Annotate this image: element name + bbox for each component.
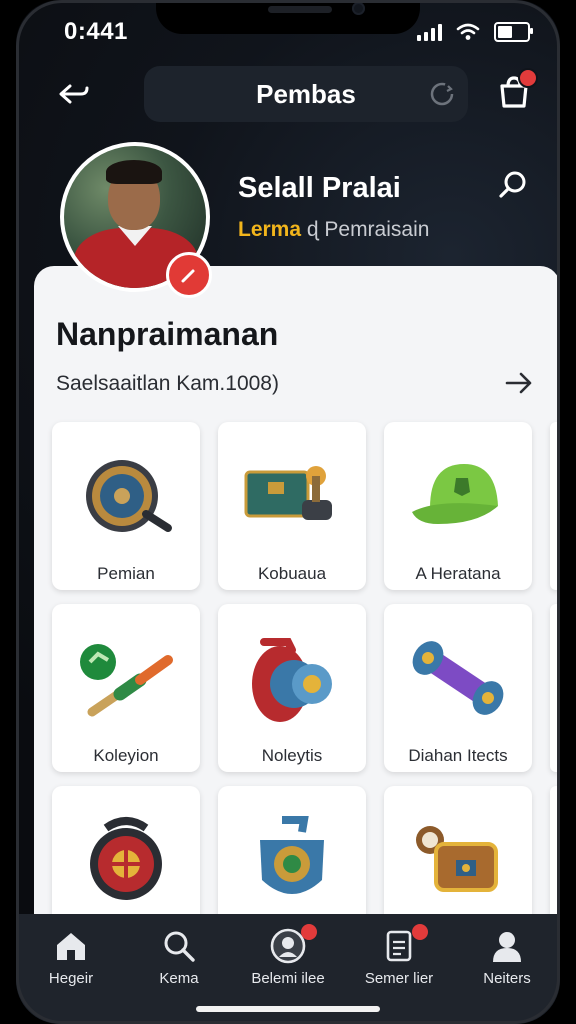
item-tile[interactable]: Noleytis bbox=[218, 604, 366, 772]
blue-shield-icon bbox=[260, 816, 324, 894]
tab-badge bbox=[301, 924, 317, 940]
collection-card: Nanpraimanan Saelsaaitlan Kam.1008) Pemi… bbox=[34, 266, 560, 954]
profile-name: Selall Pralai bbox=[238, 172, 401, 204]
profile-subtitle-accent: Lerma bbox=[238, 218, 302, 241]
screen: 0:441 Pembas Selall Pralai Lerma ɖ Pemra… bbox=[16, 0, 560, 1024]
treasure-chest-icon bbox=[416, 826, 498, 892]
item-tile[interactable]: A Heratana bbox=[384, 422, 532, 590]
item-tile[interactable]: Koleyion bbox=[52, 604, 200, 772]
home-indicator[interactable] bbox=[196, 1006, 380, 1012]
status-icons bbox=[417, 22, 533, 42]
tab-label: Semer lier bbox=[364, 970, 434, 987]
phone-frame: 0:441 Pembas Selall Pralai Lerma ɖ Pemra… bbox=[0, 0, 576, 1024]
tab-account[interactable]: Neiters bbox=[462, 928, 552, 998]
tab-label: Hegeir bbox=[48, 970, 94, 987]
person-icon bbox=[493, 932, 521, 962]
tab-label: Belemi ilee bbox=[251, 970, 325, 987]
back-button[interactable] bbox=[54, 76, 94, 112]
search-icon bbox=[499, 171, 526, 198]
search-icon bbox=[164, 931, 195, 962]
item-label: A Heratana bbox=[415, 564, 501, 583]
bag-button[interactable] bbox=[494, 68, 538, 112]
item-label: Diahan Itects bbox=[408, 746, 508, 765]
dumbbell-icon bbox=[412, 641, 504, 715]
tab-search[interactable]: Kema bbox=[134, 928, 224, 998]
edit-avatar-button[interactable] bbox=[166, 252, 212, 298]
status-time: 0:441 bbox=[64, 18, 128, 45]
item-tile-peek[interactable] bbox=[550, 604, 560, 772]
see-all-button[interactable] bbox=[502, 366, 536, 400]
tab-documents[interactable]: Semer lier bbox=[354, 924, 444, 998]
item-label: Koleyion bbox=[93, 746, 159, 765]
green-cap-icon bbox=[412, 464, 498, 524]
tab-label: Neiters bbox=[483, 970, 531, 987]
tab-profile-feed[interactable]: Belemi ilee bbox=[243, 924, 333, 998]
tab-label: Kema bbox=[159, 970, 199, 987]
item-tile[interactable]: Pemian bbox=[52, 422, 200, 590]
home-icon bbox=[57, 933, 85, 960]
speaker bbox=[268, 6, 332, 13]
shield-gear-icon bbox=[86, 460, 172, 532]
machine-crate-icon bbox=[244, 466, 332, 520]
refresh-icon[interactable] bbox=[428, 80, 456, 108]
red-gear-icon bbox=[90, 817, 162, 900]
red-blue-device-icon bbox=[252, 638, 332, 722]
item-tile[interactable]: Diahan Itects bbox=[384, 604, 532, 772]
tab-home[interactable]: Hegeir bbox=[26, 928, 116, 998]
green-wand-icon bbox=[80, 644, 173, 717]
top-nav: Pembas bbox=[16, 66, 560, 122]
signal-icon bbox=[417, 23, 442, 41]
wifi-icon bbox=[456, 23, 480, 40]
item-tile[interactable]: Kobuaua bbox=[218, 422, 366, 590]
search-button[interactable] bbox=[496, 168, 530, 202]
item-label: Noleytis bbox=[261, 746, 323, 765]
arrow-right-icon bbox=[505, 372, 532, 394]
back-arrow-icon bbox=[59, 84, 89, 104]
pencil-icon bbox=[181, 269, 195, 283]
item-label: Pemian bbox=[97, 564, 155, 583]
avatar-hair bbox=[106, 160, 162, 184]
section-subtitle: Saelsaaitlan Kam.1008) bbox=[56, 372, 279, 395]
profile-subtitle: Lerma ɖ Pemraisain bbox=[238, 218, 429, 242]
notification-dot bbox=[518, 68, 538, 88]
section-title: Nanpraimanan bbox=[56, 316, 279, 352]
front-camera bbox=[352, 2, 365, 15]
profile-subtitle-rest: ɖ Pemraisain bbox=[301, 218, 430, 241]
item-label: Kobuaua bbox=[257, 564, 327, 583]
tab-badge bbox=[412, 924, 428, 940]
notch bbox=[156, 0, 420, 34]
page-title: Pembas bbox=[256, 78, 356, 109]
battery-icon bbox=[494, 22, 533, 42]
item-tile-peek[interactable] bbox=[550, 422, 560, 590]
title-pill: Pembas bbox=[144, 66, 468, 122]
bottom-tab-bar: Hegeir Kema Belemi ilee Semer lier Neite… bbox=[16, 914, 560, 1024]
